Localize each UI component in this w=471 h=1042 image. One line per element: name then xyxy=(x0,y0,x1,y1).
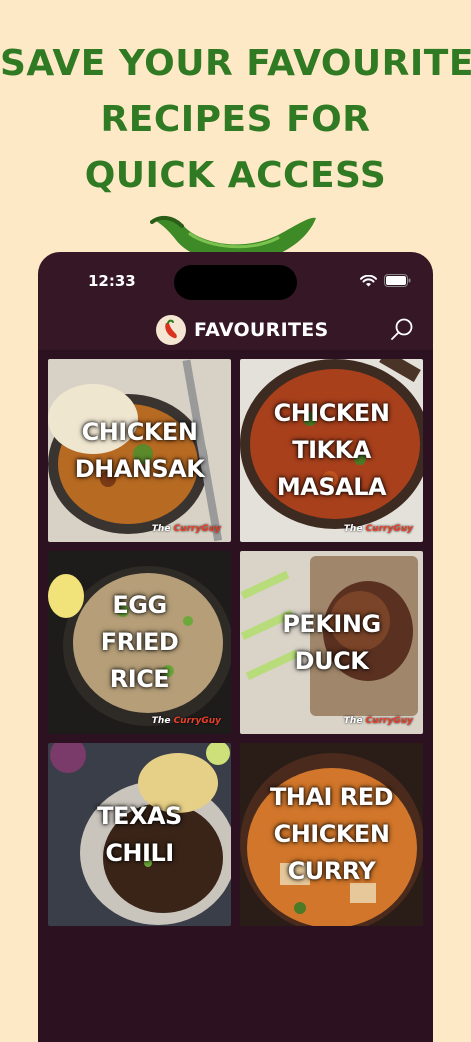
recipe-title: THAI RED CHICKEN CURRY xyxy=(269,783,394,885)
headline-line-1: SAVE YOUR FAVOURITE xyxy=(0,43,471,84)
headline-line-2: RECIPES FOR xyxy=(100,99,371,140)
recipe-title: CHICKEN DHANSAK xyxy=(74,417,205,483)
nav-bar: FAVOURITES xyxy=(38,310,433,350)
headline-line-3: QUICK ACCESS xyxy=(84,155,387,196)
recipe-tile-chicken-tikka-masala[interactable]: CHICKEN TIKKA MASALA The CurryGuy xyxy=(240,359,423,542)
recipe-tile-egg-fried-rice[interactable]: EGG FRIED RICE The CurryGuy xyxy=(48,551,231,734)
recipe-title: CHICKEN TIKKA MASALA xyxy=(273,399,390,501)
recipe-tile-thai-red-chicken-curry[interactable]: THAI RED CHICKEN CURRY xyxy=(240,743,423,926)
wifi-icon xyxy=(360,274,377,286)
recipe-tile-peking-duck[interactable]: PEKING DUCK The CurryGuy xyxy=(240,551,423,734)
nav-title-group: FAVOURITES xyxy=(156,310,329,350)
curry-guy-watermark: The CurryGuy xyxy=(343,524,413,534)
recipe-title: PEKING DUCK xyxy=(282,609,381,675)
curry-guy-watermark: The CurryGuy xyxy=(151,716,221,726)
curry-guy-logo-icon xyxy=(156,315,186,345)
curry-guy-watermark: The CurryGuy xyxy=(343,716,413,726)
recipe-title: EGG FRIED RICE xyxy=(100,591,179,693)
recipe-title: TEXAS CHILI xyxy=(97,801,182,867)
status-icons xyxy=(360,274,411,287)
battery-icon xyxy=(384,274,411,287)
favourites-grid: CHICKEN DHANSAK The CurryGuy CHICKEN TIK… xyxy=(38,350,433,1042)
promo-headline: SAVE YOUR FAVOURITE RECIPES FOR QUICK AC… xyxy=(0,36,471,204)
nav-title: FAVOURITES xyxy=(194,319,329,341)
phone-screen: 12:33 FAVOURITES CHICKEN DHANSAK The Cur… xyxy=(38,252,433,1042)
status-time: 12:33 xyxy=(88,272,136,290)
dynamic-island xyxy=(174,265,297,300)
recipe-tile-texas-chili[interactable]: TEXAS CHILI xyxy=(48,743,231,926)
curry-guy-watermark: The CurryGuy xyxy=(151,524,221,534)
search-icon[interactable] xyxy=(389,317,415,343)
recipe-tile-chicken-dhansak[interactable]: CHICKEN DHANSAK The CurryGuy xyxy=(48,359,231,542)
